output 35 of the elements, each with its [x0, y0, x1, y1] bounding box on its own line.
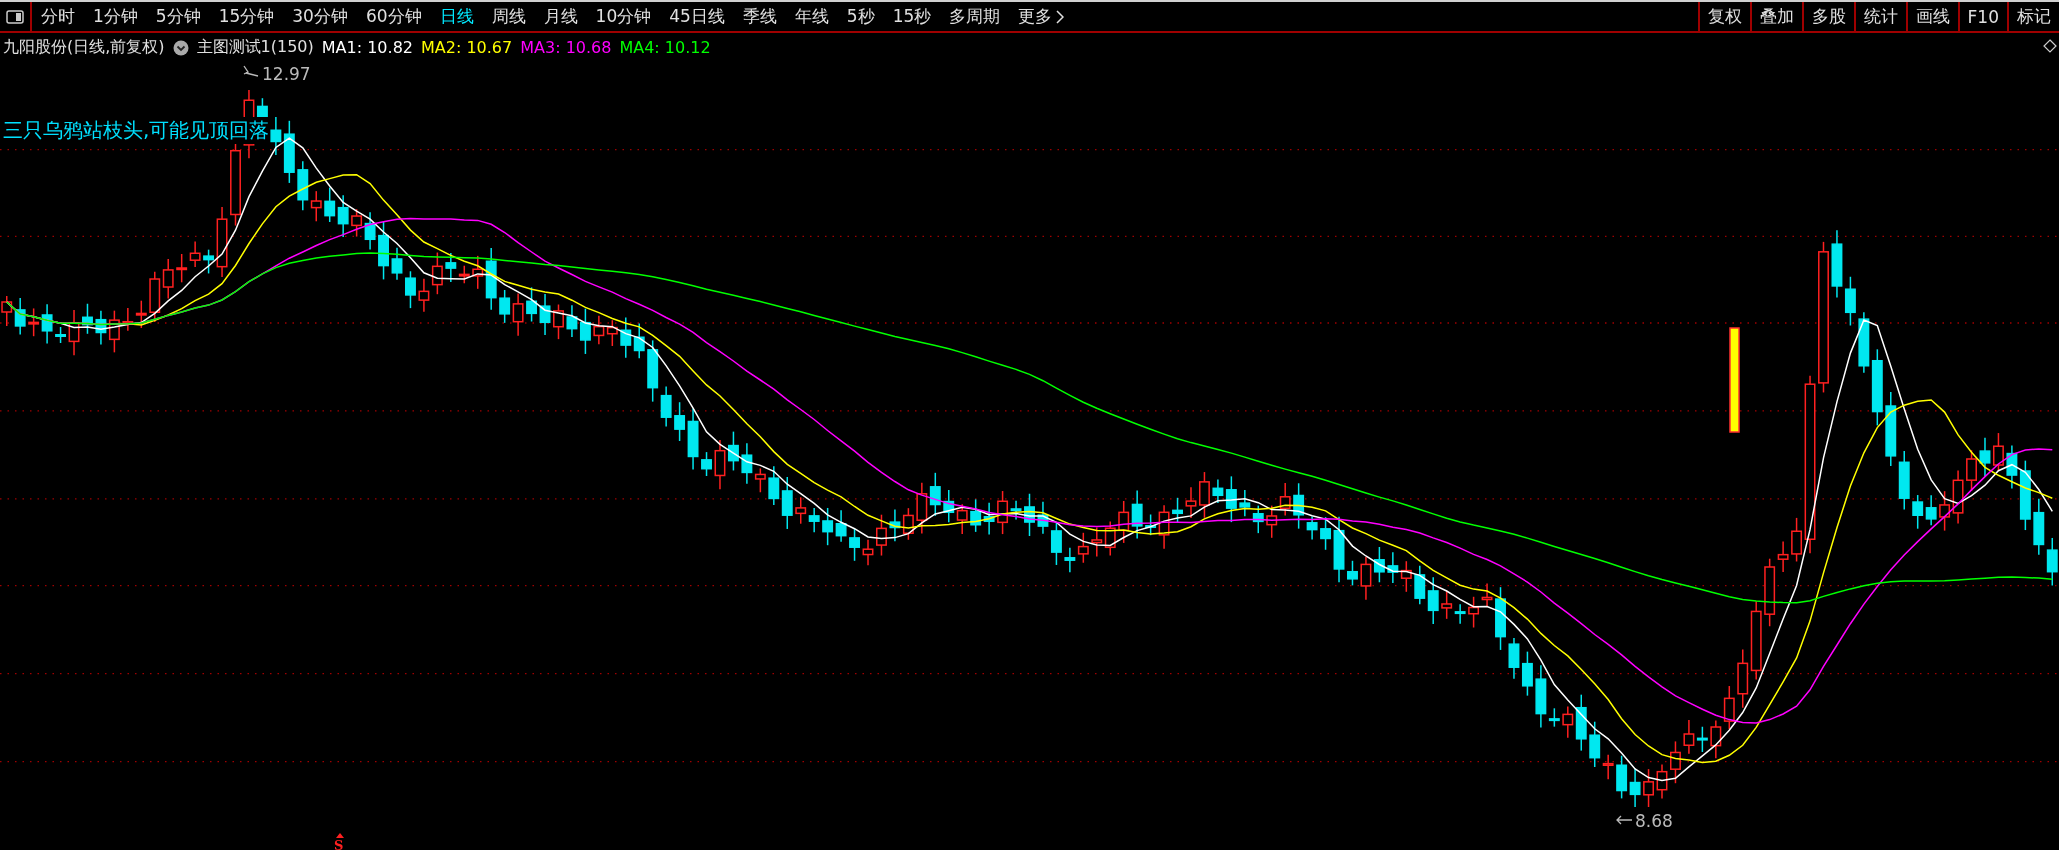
toolbar-button[interactable]: 标记: [2007, 2, 2059, 31]
more-button[interactable]: 更多: [1009, 2, 1074, 31]
signal-text: 三只乌鸦站枝头,可能见顶回落: [3, 117, 270, 144]
indicator-name: 主图测试1(150): [196, 37, 314, 58]
period-tab[interactable]: 周线: [482, 2, 535, 31]
diamond-icon: [2043, 39, 2057, 53]
dropdown-icon[interactable]: [172, 39, 189, 56]
period-tab[interactable]: 年线: [785, 2, 838, 31]
toolbar-button[interactable]: 叠加: [1749, 2, 1802, 31]
period-tab[interactable]: 分时: [32, 2, 84, 31]
period-tab[interactable]: 多周期: [940, 2, 1010, 31]
period-tab[interactable]: 5分钟: [146, 2, 210, 31]
moving-average-value: MA2: 10.67: [421, 38, 513, 57]
period-tab[interactable]: 10分钟: [586, 2, 661, 31]
period-tab[interactable]: 1分钟: [84, 2, 147, 31]
toolbar-button[interactable]: 复权: [1697, 2, 1750, 31]
period-tab[interactable]: 15秒: [883, 2, 941, 31]
period-tab[interactable]: 60分钟: [356, 2, 431, 31]
period-tab[interactable]: 15分钟: [209, 2, 284, 31]
moving-average-value: MA3: 10.68: [520, 38, 612, 57]
period-tab[interactable]: 月线: [534, 2, 587, 31]
period-tab[interactable]: 5秒: [837, 2, 884, 31]
panel-toggle-icon: [6, 9, 24, 24]
moving-average-value: MA4: 10.12: [619, 38, 711, 57]
period-tab[interactable]: 30分钟: [283, 2, 357, 31]
toolbar-button[interactable]: F10: [1957, 2, 2007, 31]
period-tab[interactable]: 日线: [430, 2, 483, 31]
period-tab[interactable]: 45日线: [660, 2, 734, 31]
toolbar-button[interactable]: 画线: [1905, 2, 1958, 31]
toolbar-button[interactable]: 多股: [1801, 2, 1854, 31]
period-tab[interactable]: 季线: [733, 2, 786, 31]
moving-average-value: MA1: 10.82: [321, 38, 413, 57]
chart-title: 九阳股份(日线,前复权): [3, 37, 165, 58]
toolbar-button[interactable]: 统计: [1853, 2, 1906, 31]
chevron-right-icon: [1056, 9, 1065, 24]
